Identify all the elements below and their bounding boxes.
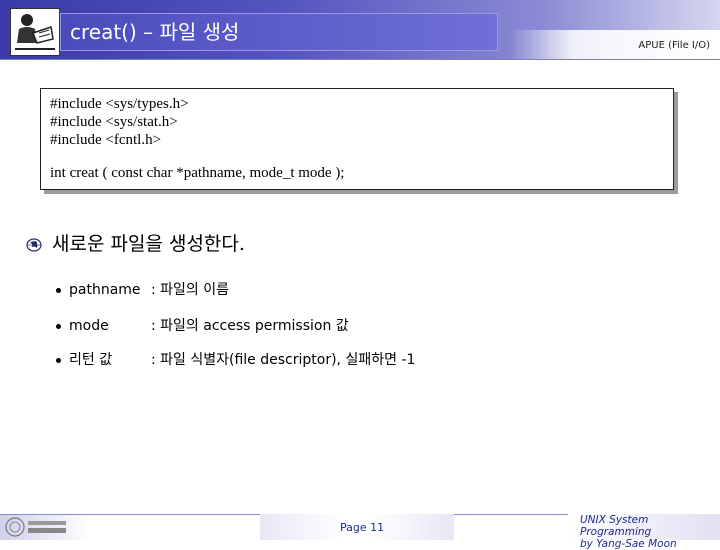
code-line: #include <sys/types.h>: [50, 96, 189, 112]
bullet-dot-icon: [56, 323, 61, 329]
code-line: #include <sys/stat.h>: [50, 114, 178, 130]
code-line-signature: int creat ( const char *pathname, mode_t…: [50, 165, 345, 181]
course-credit: UNIX System Programming by Yang-Sae Moon: [580, 514, 720, 550]
reading-person-logo-icon: [10, 8, 60, 56]
main-bullet-text: 새로운 파일을 생성한다.: [52, 233, 245, 255]
globe-bullet-icon: [26, 237, 42, 252]
item-desc: : 파일의 access permission 값: [151, 318, 349, 334]
bullet-dot-icon: [56, 287, 61, 293]
item-desc: : 파일의 이름: [151, 282, 230, 298]
bullet-dot-icon: [56, 357, 61, 363]
university-logo-icon: [4, 516, 70, 538]
list-item: 리턴 값 : 파일 식별자(file descriptor), 실패하면 -1: [56, 349, 415, 369]
course-title: UNIX System Programming: [580, 514, 652, 538]
header-divider: [0, 59, 720, 60]
page-number: Page 11: [340, 521, 385, 534]
code-line: #include <fcntl.h>: [50, 132, 162, 148]
item-desc: : 파일 식별자(file descriptor), 실패하면 -1: [151, 352, 416, 368]
list-item: pathname : 파일의 이름: [56, 279, 229, 299]
page-title: creat() – 파일 생성: [70, 20, 240, 44]
section-label: APUE (File I/O): [638, 40, 710, 51]
item-label: 리턴 값: [69, 352, 113, 368]
item-label: mode: [69, 318, 109, 334]
code-box: #include <sys/types.h> #include <sys/sta…: [40, 88, 674, 190]
list-item: mode : 파일의 access permission 값: [56, 315, 349, 335]
item-label: pathname: [69, 282, 141, 298]
